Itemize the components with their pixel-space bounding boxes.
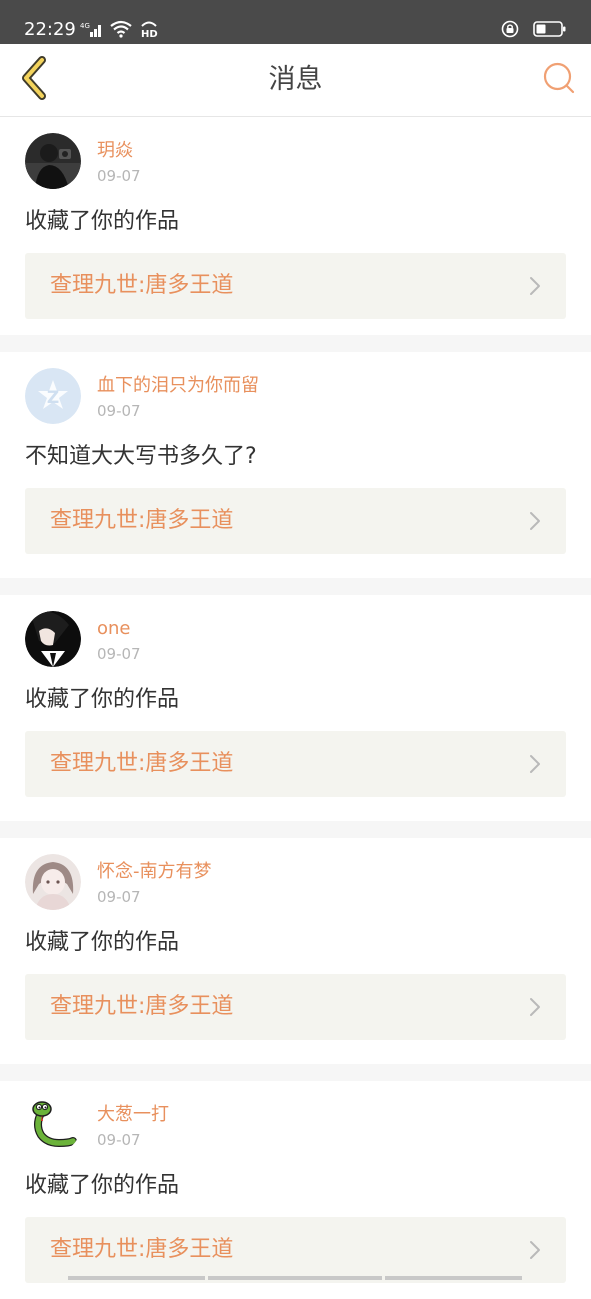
work-link[interactable]: 查理九世:唐多王道 xyxy=(25,731,566,797)
message-date: 09-07 xyxy=(97,167,141,185)
message-text: 收藏了你的作品 xyxy=(25,209,180,234)
avatar[interactable] xyxy=(25,611,81,667)
wifi-icon xyxy=(110,20,132,42)
message-text: 不知道大大写书多久了? xyxy=(25,444,257,469)
message-text: 收藏了你的作品 xyxy=(25,1173,180,1198)
rotation-lock-icon xyxy=(501,20,519,42)
message-date: 09-07 xyxy=(97,402,141,420)
work-title: 查理九世:唐多王道 xyxy=(50,751,234,776)
gesture-segment xyxy=(68,1276,205,1280)
chevron-right-icon xyxy=(528,275,542,297)
message-card: 大葱一打 09-07 收藏了你的作品 查理九世:唐多王道 xyxy=(0,1081,591,1299)
signal-icon: 4G xyxy=(80,20,104,42)
divider xyxy=(0,821,591,838)
message-card: one 09-07 收藏了你的作品 查理九世:唐多王道 xyxy=(0,595,591,813)
divider xyxy=(0,1064,591,1081)
message-text: 收藏了你的作品 xyxy=(25,687,180,712)
status-left-icons: 4G HD xyxy=(80,20,160,42)
work-link[interactable]: 查理九世:唐多王道 xyxy=(25,253,566,319)
status-bar: 22:29 4G HD xyxy=(0,0,591,44)
status-right-icons xyxy=(501,20,567,42)
user-name[interactable]: 血下的泪只为你而留 xyxy=(97,374,259,398)
svg-text:HD: HD xyxy=(141,29,158,38)
message-date: 09-07 xyxy=(97,645,141,663)
status-time: 22:29 xyxy=(24,19,76,40)
svg-text:Z: Z xyxy=(47,388,59,408)
user-name[interactable]: 怀念-南方有梦 xyxy=(97,860,212,884)
avatar[interactable]: Z xyxy=(25,368,81,424)
chevron-right-icon xyxy=(528,1239,542,1261)
divider xyxy=(0,335,591,352)
chevron-right-icon xyxy=(528,510,542,532)
message-card: Z 血下的泪只为你而留 09-07 不知道大大写书多久了? 查理九世:唐多王道 xyxy=(0,352,591,570)
avatar[interactable] xyxy=(25,1097,81,1153)
gesture-bar xyxy=(0,1276,591,1280)
work-link[interactable]: 查理九世:唐多王道 xyxy=(25,1217,566,1283)
avatar[interactable] xyxy=(25,133,81,189)
search-button[interactable] xyxy=(541,62,577,98)
message-card: 玥焱 09-07 收藏了你的作品 查理九世:唐多王道 xyxy=(0,117,591,335)
page-title: 消息 xyxy=(268,64,323,95)
hd-icon: HD xyxy=(138,20,160,42)
svg-text:4G: 4G xyxy=(80,22,90,30)
work-title: 查理九世:唐多王道 xyxy=(50,508,234,533)
search-icon xyxy=(542,61,576,99)
gesture-segment xyxy=(385,1276,522,1280)
work-link[interactable]: 查理九世:唐多王道 xyxy=(25,974,566,1040)
work-title: 查理九世:唐多王道 xyxy=(50,1237,234,1262)
message-date: 09-07 xyxy=(97,888,141,906)
message-date: 09-07 xyxy=(97,1131,141,1149)
message-card: 怀念-南方有梦 09-07 收藏了你的作品 查理九世:唐多王道 xyxy=(0,838,591,1056)
work-title: 查理九世:唐多王道 xyxy=(50,994,234,1019)
chevron-right-icon xyxy=(528,996,542,1018)
chevron-right-icon xyxy=(528,753,542,775)
work-title: 查理九世:唐多王道 xyxy=(50,273,234,298)
user-name[interactable]: 大葱一打 xyxy=(97,1103,169,1127)
battery-icon xyxy=(533,20,567,42)
user-name[interactable]: 玥焱 xyxy=(97,139,133,163)
gesture-segment xyxy=(208,1276,382,1280)
divider xyxy=(0,578,591,595)
nav-bar: 消息 xyxy=(0,44,591,117)
user-name[interactable]: one xyxy=(97,617,131,641)
avatar[interactable] xyxy=(25,854,81,910)
work-link[interactable]: 查理九世:唐多王道 xyxy=(25,488,566,554)
message-text: 收藏了你的作品 xyxy=(25,930,180,955)
